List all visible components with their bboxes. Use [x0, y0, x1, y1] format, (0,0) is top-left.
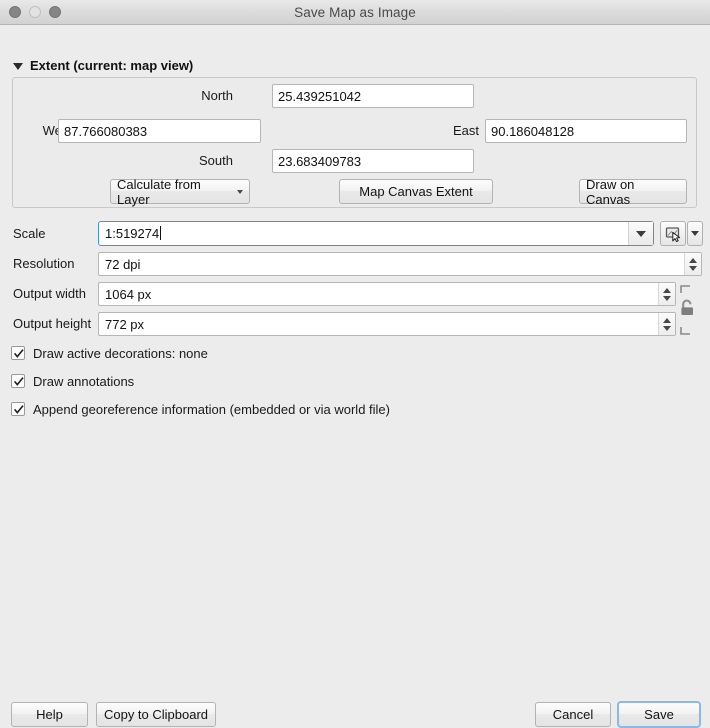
- resolution-label: Resolution: [13, 256, 75, 271]
- cancel-label: Cancel: [552, 707, 594, 722]
- output-height-stepper[interactable]: [658, 313, 675, 335]
- append-georeference-checkbox[interactable]: [11, 402, 25, 416]
- draw-annotations-row[interactable]: Draw annotations: [11, 372, 134, 390]
- south-input[interactable]: [272, 149, 474, 173]
- output-height-spinbox[interactable]: 772 px: [98, 312, 676, 336]
- east-input[interactable]: [485, 119, 687, 143]
- save-label: Save: [644, 707, 674, 722]
- output-width-value[interactable]: 1064 px: [99, 287, 658, 302]
- draw-decorations-checkbox[interactable]: [11, 346, 25, 360]
- extent-groupbox: North West East South Calculate from Lay…: [12, 77, 697, 208]
- stepper-up-icon[interactable]: [689, 257, 697, 263]
- save-button[interactable]: Save: [617, 701, 701, 728]
- calculate-from-layer-label: Calculate from Layer: [117, 176, 201, 207]
- scale-combobox[interactable]: 1:519274: [98, 221, 654, 246]
- scale-input[interactable]: 1:519274: [99, 226, 628, 241]
- east-label: East: [452, 123, 479, 138]
- output-width-spinbox[interactable]: 1064 px: [98, 282, 676, 306]
- scale-value: 1:519274: [105, 226, 160, 241]
- output-width-label: Output width: [13, 286, 86, 301]
- output-height-label: Output height: [13, 316, 92, 331]
- draw-on-canvas-button[interactable]: Draw on Canvas: [579, 176, 687, 207]
- checkmark-icon: [13, 377, 24, 386]
- draw-annotations-checkbox[interactable]: [11, 374, 25, 388]
- close-button[interactable]: [9, 6, 21, 18]
- map-canvas-extent-button[interactable]: Map Canvas Extent: [339, 179, 493, 204]
- stepper-up-icon[interactable]: [663, 287, 671, 293]
- extent-group-header[interactable]: Extent (current: map view): [13, 58, 193, 73]
- draw-on-canvas-label: Draw on Canvas: [586, 176, 635, 207]
- draw-annotations-label: Draw annotations: [33, 373, 135, 389]
- append-georeference-label: Append georeference information (embedde…: [33, 401, 390, 417]
- extent-group-title: Extent (current: map view): [30, 58, 194, 73]
- window-controls: [9, 6, 61, 18]
- dialog-body: Extent (current: map view) North West Ea…: [0, 25, 710, 728]
- stepper-down-icon[interactable]: [689, 265, 697, 271]
- north-label: North: [201, 88, 233, 103]
- chevron-down-icon: [237, 189, 243, 194]
- disclosure-triangle-icon[interactable]: [13, 62, 23, 70]
- resolution-value[interactable]: 72 dpi: [99, 257, 684, 272]
- west-input[interactable]: [58, 119, 261, 143]
- scale-dropdown-button[interactable]: [628, 222, 653, 245]
- resolution-spinbox[interactable]: 72 dpi: [98, 252, 702, 276]
- output-width-stepper[interactable]: [658, 283, 675, 305]
- set-scale-from-canvas-button[interactable]: [660, 221, 686, 246]
- window-title: Save Map as Image: [294, 4, 416, 20]
- checkmark-icon: [13, 405, 24, 414]
- chevron-down-icon: [691, 231, 699, 236]
- help-button[interactable]: Help: [11, 702, 88, 727]
- lock-aspect-ratio-button[interactable]: [676, 284, 698, 336]
- north-input[interactable]: [272, 84, 474, 108]
- resolution-stepper[interactable]: [684, 253, 701, 275]
- stepper-up-icon[interactable]: [663, 317, 671, 323]
- window-titlebar: Save Map as Image: [0, 0, 710, 25]
- map-canvas-scale-icon: [665, 226, 680, 242]
- help-label: Help: [36, 707, 63, 722]
- draw-decorations-row[interactable]: Draw active decorations: none: [11, 344, 208, 362]
- draw-decorations-label: Draw active decorations: none: [33, 345, 208, 361]
- unlocked-padlock-icon: [680, 285, 693, 335]
- zoom-button[interactable]: [49, 6, 61, 18]
- minimize-button[interactable]: [29, 6, 41, 18]
- output-height-value[interactable]: 772 px: [99, 317, 658, 332]
- text-cursor: [160, 226, 162, 240]
- copy-to-clipboard-button[interactable]: Copy to Clipboard: [96, 702, 216, 727]
- append-georeference-row[interactable]: Append georeference information (embedde…: [11, 400, 390, 418]
- scale-label: Scale: [13, 226, 46, 241]
- south-label: South: [199, 153, 233, 168]
- calculate-from-layer-button[interactable]: Calculate from Layer: [110, 176, 250, 207]
- map-canvas-extent-label: Map Canvas Extent: [359, 184, 473, 199]
- stepper-down-icon[interactable]: [663, 295, 671, 301]
- copy-to-clipboard-label: Copy to Clipboard: [103, 707, 209, 722]
- set-scale-menu-button[interactable]: [687, 221, 703, 246]
- checkmark-icon: [13, 349, 24, 358]
- cancel-button[interactable]: Cancel: [535, 702, 611, 727]
- stepper-down-icon[interactable]: [663, 325, 671, 331]
- chevron-down-icon: [636, 230, 646, 237]
